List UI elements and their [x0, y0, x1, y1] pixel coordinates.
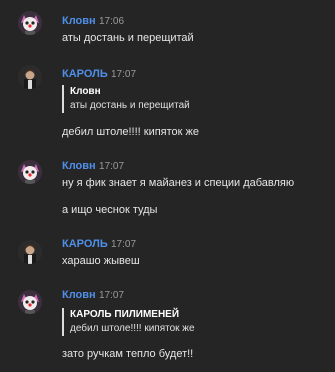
quote-text: дебил штоле!!!! кипяток же — [70, 323, 195, 334]
reply-quote[interactable]: Кловн аты достань и перещитай — [62, 85, 190, 113]
message-text: а ищо чеснок туды — [62, 204, 158, 216]
message-author[interactable]: Кловн — [62, 160, 96, 172]
clown-avatar-icon[interactable] — [18, 11, 42, 35]
message-text: аты достань и перещитай — [62, 32, 194, 44]
message-timestamp: 17:07 — [111, 69, 137, 80]
message-text: ну я фик знает я майанез и специи дабавл… — [62, 177, 295, 189]
message-text: зато ручкам тепло будет!! — [62, 348, 194, 360]
message-author[interactable]: Кловн — [62, 15, 96, 27]
message-timestamp: 17:07 — [99, 290, 125, 301]
karol-avatar-icon[interactable] — [18, 240, 42, 264]
karol-avatar-icon[interactable] — [18, 65, 42, 89]
message-author[interactable]: КАРОЛЬ — [62, 238, 108, 250]
message-text: харашо жывеш — [62, 255, 140, 267]
message-text: дебил штоле!!!! кипяток же — [62, 126, 200, 138]
message-timestamp: 17:07 — [111, 239, 137, 250]
reply-quote[interactable]: КАРОЛЬ ПИЛИМЕНЕЙ дебил штоле!!!! кипяток… — [62, 308, 195, 336]
quote-author: Кловн — [70, 86, 101, 97]
message-timestamp: 17:06 — [99, 16, 125, 27]
quote-author: КАРОЛЬ ПИЛИМЕНЕЙ — [70, 309, 180, 320]
message-author[interactable]: КАРОЛЬ — [62, 68, 108, 80]
quote-text: аты достань и перещитай — [70, 100, 190, 111]
clown-avatar-icon[interactable] — [18, 160, 42, 184]
message-author[interactable]: Кловн — [62, 289, 96, 301]
message-timestamp: 17:07 — [99, 161, 125, 172]
clown-avatar-icon[interactable] — [18, 290, 42, 314]
